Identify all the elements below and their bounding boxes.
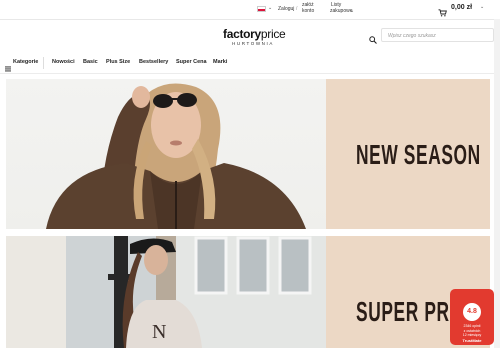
logo[interactable]: factoryprice (223, 27, 286, 41)
nav-bottom-border (0, 73, 500, 74)
nav-item-bestsellery[interactable]: Bestsellery (139, 59, 168, 69)
register-link-line2: konto (302, 8, 315, 14)
menu-icon[interactable] (5, 59, 11, 77)
banner-super-price-photo[interactable]: N (6, 236, 326, 348)
language-flag-icon[interactable] (257, 6, 266, 12)
top-bar (0, 0, 500, 20)
cart-chevron-down-icon[interactable]: ⌄ (480, 4, 484, 10)
nav-item-basic[interactable]: Basic (83, 59, 98, 69)
nav-categories[interactable]: Kategorie (13, 59, 38, 69)
search-icon[interactable] (369, 31, 377, 49)
trustmate-brand: TrustMate (462, 337, 482, 343)
login-link[interactable]: Zaloguj (278, 6, 294, 12)
trustmate-period-line2: 12 miesięcy (462, 333, 482, 337)
logo-word-bold: factory (223, 27, 261, 41)
svg-text:N: N (152, 321, 166, 343)
register-link[interactable]: załóż konto (302, 2, 314, 14)
nav-item-super-cena[interactable]: Super Cena (176, 59, 207, 69)
nav-item-plus-size[interactable]: Plus Size (106, 59, 130, 69)
banner-new-season-headline: NEW SEASON (356, 139, 481, 170)
cart-icon[interactable] (438, 4, 447, 22)
language-chevron-down-icon[interactable]: ⌄ (268, 5, 272, 11)
logo-word-light: price (260, 27, 286, 41)
page-scrollbar[interactable] (494, 19, 500, 348)
nav-item-marki[interactable]: Marki (213, 59, 227, 69)
trustmate-rating: 4.8 (463, 303, 481, 321)
search-placeholder: Wpisz czego szukasz (388, 33, 436, 39)
shopping-lists-chevron-down-icon[interactable]: ⌄ (350, 8, 354, 14)
nav-item-nowosci[interactable]: Nowości (52, 59, 75, 69)
login-separator: / (296, 6, 298, 12)
nav-divider (43, 57, 44, 69)
trustmate-badge[interactable]: 4.8 2346 opinii z ostatnich 12 miesięcy … (450, 289, 494, 345)
search-input[interactable]: Wpisz czego szukasz (381, 28, 494, 42)
cart-amount[interactable]: 0,00 zł (451, 4, 472, 11)
logo-subtitle: HURTOWNIA (232, 41, 274, 46)
banner-new-season-photo[interactable] (6, 79, 326, 229)
banner-new-season-panel[interactable]: NEW SEASON (326, 79, 490, 229)
